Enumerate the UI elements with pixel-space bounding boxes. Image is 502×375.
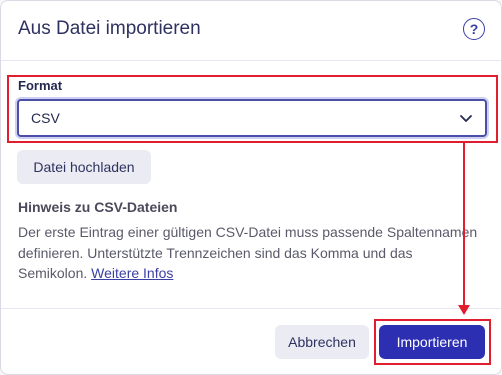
footer-divider (1, 308, 501, 309)
import-button[interactable]: Importieren (379, 325, 485, 359)
hint-body: Der erste Eintrag einer gültigen CSV-Dat… (18, 224, 478, 281)
hint-text: Der erste Eintrag einer gültigen CSV-Dat… (18, 222, 478, 284)
hint-title: Hinweis zu CSV-Dateien (18, 199, 178, 215)
help-glyph: ? (469, 21, 479, 37)
help-icon[interactable]: ? (463, 18, 485, 40)
dialog-header: Aus Datei importieren ? (1, 1, 501, 61)
chevron-down-icon (460, 115, 472, 122)
more-info-link[interactable]: Weitere Infos (91, 265, 173, 281)
upload-file-button[interactable]: Datei hochladen (17, 150, 151, 184)
import-dialog: Aus Datei importieren ? Format CSV Datei… (0, 0, 502, 375)
cancel-button[interactable]: Abbrechen (275, 325, 369, 359)
format-label: Format (18, 78, 63, 93)
format-select[interactable]: CSV (17, 99, 487, 137)
format-select-value: CSV (31, 110, 60, 126)
dialog-title: Aus Datei importieren (18, 18, 201, 39)
